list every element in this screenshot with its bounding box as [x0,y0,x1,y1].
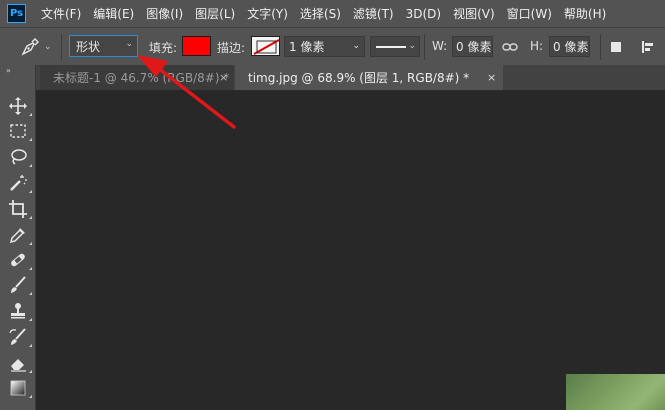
collapse-panel-icon[interactable]: » [6,66,11,75]
tab-label: 未标题-1 @ 46.7% (RGB/8#) * [53,71,230,85]
bandage-icon [11,253,25,267]
photoshop-logo: Ps [7,4,26,23]
height-value: 0 像素 [553,40,589,54]
gradient-icon [10,380,26,396]
height-label: H: [530,39,544,53]
history-brush-icon [9,328,26,345]
brush-icon [11,276,26,293]
fill-color-swatch[interactable] [182,36,211,56]
options-separator [600,34,601,60]
link-icon[interactable] [502,39,518,53]
no-stroke-icon [253,39,279,55]
options-bar: ⌄ 形状 ⌄ 填充: 描边: 1 像素 ⌄ ⌄ W: 0 像素 H: 0 像素 [0,27,665,65]
tab-timg-document[interactable]: timg.jpg @ 68.9% (图层 1, RGB/8#) * × [235,65,503,90]
menu-window[interactable]: 窗口(W) [501,5,558,22]
tool-preset-chevron-icon[interactable]: ⌄ [44,42,52,52]
options-separator [424,34,425,60]
eraser-icon [11,359,26,372]
magic-wand-icon [10,175,27,191]
tab-untitled-document[interactable]: 未标题-1 @ 46.7% (RGB/8#) * × [40,65,234,90]
shape-mode-select[interactable]: 形状 ⌄ [69,35,138,57]
pen-tool-icon[interactable] [20,37,40,57]
menu-select[interactable]: 选择(S) [294,5,347,22]
chevron-down-icon: ⌄ [352,41,360,51]
crop-tool-button[interactable] [8,199,32,219]
menu-image[interactable]: 图像(I) [140,5,189,22]
document-image-preview [566,374,665,410]
menu-type[interactable]: 文字(Y) [241,5,294,22]
menu-3d[interactable]: 3D(D) [400,7,447,21]
stroke-type-select[interactable]: ⌄ [370,36,420,57]
shape-mode-value: 形状 [76,39,101,54]
width-value: 0 像素 [456,40,492,54]
path-alignment-icon[interactable] [641,39,657,53]
rectangle-marquee-icon [10,124,26,138]
path-operations-icon[interactable] [610,39,624,53]
eyedropper-icon [9,228,25,244]
menu-bar: Ps 文件(F) 编辑(E) 图像(I) 图层(L) 文字(Y) 选择(S) 滤… [0,0,665,27]
gradient-tool-button[interactable] [8,378,32,398]
move-tool-button[interactable] [8,96,32,116]
stroke-label: 描边: [217,41,246,55]
crop-icon [9,200,27,218]
width-field[interactable]: 0 像素 [452,36,493,57]
stroke-width-value: 1 像素 [289,40,325,54]
history-brush-tool-button[interactable] [8,327,32,347]
stroke-width-field[interactable]: 1 像素 ⌄ [284,36,365,57]
stamp-icon [11,303,25,319]
menu-filter[interactable]: 滤镜(T) [347,5,400,22]
move-icon [9,97,27,115]
fill-label: 填充: [149,41,178,55]
lasso-tool-button[interactable] [8,147,32,167]
chevron-down-icon: ⌄ [125,39,133,49]
height-field[interactable]: 0 像素 [549,36,590,57]
eraser-tool-button[interactable] [8,353,32,373]
chevron-down-icon: ⌄ [408,41,416,51]
healing-brush-tool-button[interactable] [8,250,32,270]
menu-view[interactable]: 视图(V) [447,5,501,22]
options-separator [61,34,62,60]
canvas-workspace[interactable] [36,91,665,410]
tools-panel: » [0,65,36,410]
magic-wand-tool-button[interactable] [8,173,32,193]
tab-label: timg.jpg @ 68.9% (图层 1, RGB/8#) * [248,71,470,85]
document-tab-bar: 未标题-1 @ 46.7% (RGB/8#) * × timg.jpg @ 68… [36,65,665,91]
stroke-line-preview [376,46,406,48]
menu-layer[interactable]: 图层(L) [189,5,241,22]
eyedropper-tool-button[interactable] [8,225,32,245]
brush-tool-button[interactable] [8,275,32,295]
close-icon[interactable]: × [219,71,228,84]
menu-edit[interactable]: 编辑(E) [87,5,140,22]
close-icon[interactable]: × [487,71,496,84]
menu-file[interactable]: 文件(F) [35,5,87,22]
lasso-icon [11,149,27,165]
menu-help[interactable]: 帮助(H) [558,5,612,22]
clone-stamp-tool-button[interactable] [8,301,32,321]
stroke-color-swatch[interactable] [251,36,280,56]
width-label: W: [432,39,448,53]
marquee-tool-button[interactable] [8,121,32,141]
